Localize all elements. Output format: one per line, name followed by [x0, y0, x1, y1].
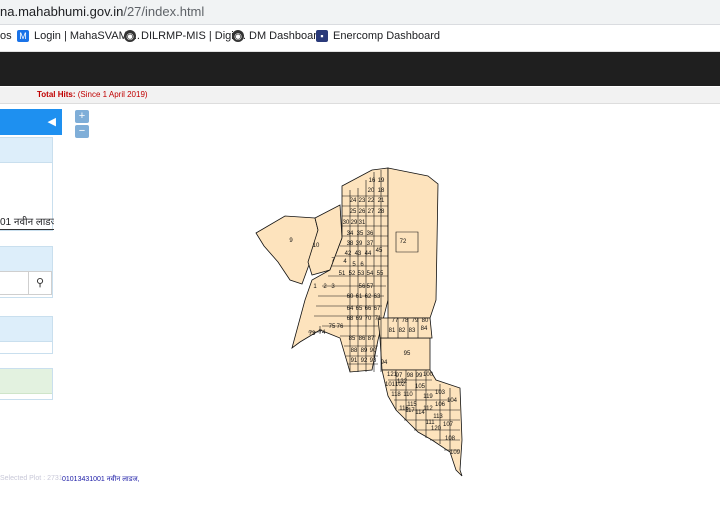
parcel-72	[387, 167, 439, 319]
plot-number-label: 81	[389, 328, 396, 334]
plot-number-label: 105	[415, 384, 426, 390]
plot-number-label: 53	[358, 271, 365, 277]
village-map[interactable]: 729591016 1920 1824 23 22 2125 26 27 2830 29 3134 3…	[0, 0, 720, 530]
plot-number-label: 68	[347, 316, 354, 322]
plot-number-label: 23	[359, 198, 366, 204]
plot-number-label: 61	[356, 294, 363, 300]
plot-number-label: 55	[377, 271, 384, 277]
plot-number-label: 27	[368, 209, 375, 215]
plot-number-label: 86	[359, 336, 366, 342]
plot-number-label: 75	[329, 324, 336, 330]
plot-number-label: 89	[361, 348, 368, 354]
plot-number-label: 94	[381, 360, 388, 366]
plot-number-label: 52	[349, 271, 356, 277]
plot-number-label: 93	[370, 358, 377, 364]
plot-number-label: 90	[370, 348, 377, 354]
plot-number-label: 79	[412, 318, 419, 324]
plot-number-label: 21	[378, 198, 385, 204]
plot-number-label: 56	[359, 284, 366, 290]
plot-number-label: 72	[400, 239, 407, 245]
plot-number-label: 35	[357, 231, 364, 237]
plot-number-label: 34	[347, 231, 354, 237]
plot-number-label: 71	[375, 316, 382, 322]
plot-number-label: 36	[367, 231, 374, 237]
plot-number-label: 62	[365, 294, 372, 300]
plot-number-label: 87	[368, 336, 375, 342]
plot-number-label: 117	[405, 408, 415, 414]
plot-number-label: 118	[391, 392, 401, 398]
plot-number-label: 83	[409, 328, 416, 334]
plot-number-label: 19	[378, 178, 385, 184]
plot-number-label: 78	[402, 318, 409, 324]
plot-number-label: 104	[447, 398, 458, 404]
plot-number-label: 63	[374, 294, 381, 300]
plot-number-label: 80	[422, 318, 429, 324]
plot-number-label: 16	[369, 178, 376, 184]
plot-number-label: 28	[378, 209, 385, 215]
plot-number-label: 114	[415, 410, 425, 416]
plot-number-label: 31	[359, 220, 366, 226]
plot-number-label: 29	[351, 220, 358, 226]
plot-number-label: 38	[347, 241, 354, 247]
plot-number-label: 54	[367, 271, 374, 277]
plot-number-label: 103	[435, 390, 446, 396]
plot-number-label: 107	[443, 422, 454, 428]
plot-number-label: 110	[403, 392, 413, 398]
plot-number-label: 98	[407, 373, 414, 379]
plot-number-label: 92	[361, 358, 368, 364]
plot-number-label: 109	[450, 450, 461, 456]
plot-number-label: 100	[423, 372, 434, 378]
plot-number-label: 18	[378, 188, 385, 194]
plot-number-label: 44	[365, 251, 372, 257]
plot-number-label: 82	[399, 328, 406, 334]
plot-number-label: 66	[365, 306, 372, 312]
plot-number-label: 77	[392, 318, 399, 324]
plot-number-label: 42	[345, 251, 352, 257]
plot-number-label: 20	[368, 188, 375, 194]
plot-number-label: 113	[433, 414, 443, 420]
plot-number-label: 88	[351, 348, 358, 354]
plot-number-label: 26	[359, 209, 366, 215]
plot-number-label: 84	[421, 326, 428, 332]
plot-number-label: 120	[431, 426, 442, 432]
plot-number-label: 24	[350, 198, 357, 204]
plot-number-label: 67	[374, 306, 381, 312]
plot-number-label: 122	[397, 379, 408, 385]
plot-number-label: 30	[343, 220, 350, 226]
plot-number-label: 91	[351, 358, 358, 364]
plot-number-label: 51	[339, 271, 346, 277]
plot-number-label: 74	[319, 330, 326, 336]
plot-number-label: 10	[313, 243, 320, 249]
plot-number-label: 121	[387, 372, 398, 378]
plot-number-label: 39	[356, 241, 363, 247]
plot-number-label: 22	[368, 198, 375, 204]
faint-status: Selected Plot : 2731	[0, 475, 63, 482]
plot-number-label: 43	[355, 251, 362, 257]
plot-number-label: 45	[376, 248, 383, 254]
plot-link[interactable]: 01013431001 नवीन लाडज,	[62, 475, 140, 484]
plot-number-label: 37	[367, 241, 374, 247]
plot-number-label: 57	[367, 284, 374, 290]
plot-number-label: 25	[350, 209, 357, 215]
parcel-9	[255, 215, 319, 285]
plot-number-label: 64	[347, 306, 354, 312]
plot-number-label: 60	[347, 294, 354, 300]
plot-number-label: 119	[423, 394, 433, 400]
plot-number-label: 76	[337, 324, 344, 330]
plot-number-label: 70	[365, 316, 372, 322]
plot-number-label: 73	[309, 331, 316, 337]
plot-number-label: 108	[445, 436, 456, 442]
plot-number-label: 106	[435, 402, 446, 408]
plot-number-label: 69	[356, 316, 363, 322]
plot-number-label: 85	[349, 336, 356, 342]
plot-number-label: 99	[416, 373, 423, 379]
plot-number-label: 65	[356, 306, 363, 312]
plot-number-label: 95	[404, 351, 411, 357]
